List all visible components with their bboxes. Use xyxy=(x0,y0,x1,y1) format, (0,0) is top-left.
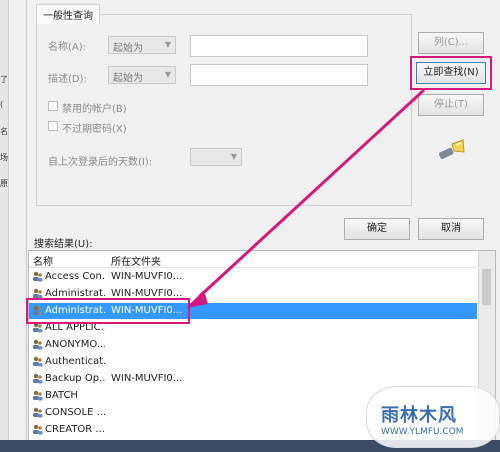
annotation-arrow xyxy=(186,88,426,308)
watermark-url: WWW.YLMFU.COM xyxy=(381,427,464,437)
watermark-text: 雨林木风 xyxy=(381,405,457,426)
watermark-logo: 雨林木风 WWW.YLMFU.COM xyxy=(366,386,500,448)
